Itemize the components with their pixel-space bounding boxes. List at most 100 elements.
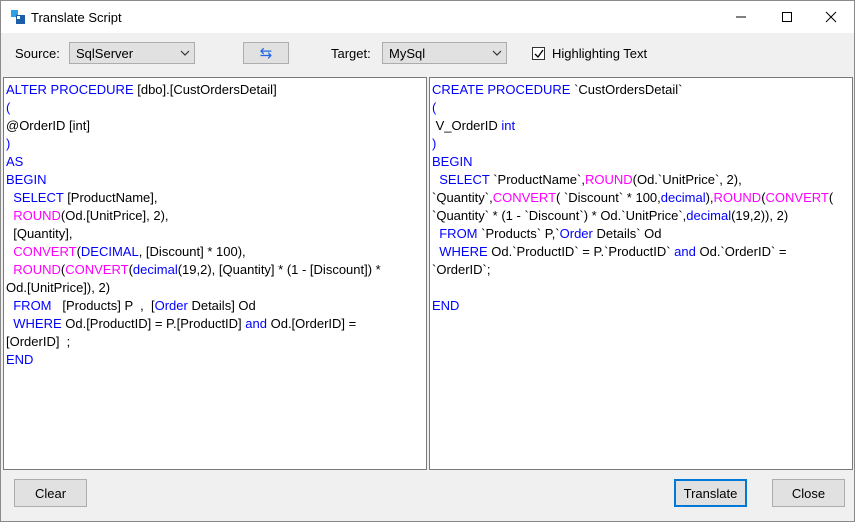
checkmark-icon (534, 49, 544, 59)
code-line: CONVERT(DECIMAL, [Discount] * 100), (6, 243, 381, 261)
source-select[interactable]: SqlServer (69, 42, 195, 64)
code-text: `Quantity`, (432, 190, 493, 205)
code-text: V_OrderID (432, 118, 502, 133)
close-button[interactable]: Close (772, 479, 845, 507)
code-function: ROUND (13, 262, 61, 277)
code-text: `Products` P,` (477, 226, 560, 241)
code-keyword: Order (559, 226, 593, 241)
target-select-value: MySql (389, 46, 426, 61)
code-text: `CustOrdersDetail` (570, 82, 683, 97)
code-text: Od.[ProductID] = P.[ProductID] (61, 316, 246, 331)
chevron-down-icon (180, 50, 190, 56)
source-code: ALTER PROCEDURE [dbo].[CustOrdersDetail]… (6, 81, 381, 369)
code-text: Details` Od (592, 226, 662, 241)
code-keyword: SELECT (439, 172, 490, 187)
translate-script-window: Translate Script Source: SqlServer ⇆ Tar… (0, 0, 855, 522)
code-function: CONVERT (492, 190, 557, 205)
translate-button[interactable]: Translate (674, 479, 747, 507)
code-text: ( `Discount` * 100, (556, 190, 661, 205)
title-bar: Translate Script (1, 1, 854, 33)
code-line: `Quantity`,CONVERT( `Discount` * 100,dec… (432, 189, 833, 207)
code-text: ( (828, 190, 834, 205)
target-select[interactable]: MySql (382, 42, 507, 64)
code-line: V_OrderID int (432, 117, 833, 135)
code-text: Od.[UnitPrice]), 2) (6, 280, 111, 295)
translate-app-icon (11, 10, 25, 24)
code-keyword: DECIMAL (80, 244, 139, 259)
code-keyword: AS (6, 154, 24, 169)
code-keyword: SELECT (13, 190, 64, 205)
window-title: Translate Script (31, 10, 122, 25)
close-window-button[interactable] (808, 1, 854, 33)
code-line: [OrderID] ; (6, 333, 381, 351)
code-keyword: ) (6, 136, 11, 151)
code-keyword: decimal (132, 262, 178, 277)
code-keyword: ALTER PROCEDURE (6, 82, 134, 97)
target-label: Target: (331, 46, 371, 61)
code-text: `OrderID`; (432, 262, 491, 277)
code-text: [Quantity], (6, 226, 73, 241)
code-text: (19,2), [Quantity] * (1 - [Discount]) * (177, 262, 381, 277)
code-keyword: BEGIN (6, 172, 47, 187)
code-line: WHERE Od.[ProductID] = P.[ProductID] and… (6, 315, 381, 333)
code-text: , [Discount] * 100), (138, 244, 246, 259)
code-keyword: BEGIN (432, 154, 473, 169)
code-text: Od.`OrderID` = (695, 244, 787, 259)
code-keyword: CREATE PROCEDURE (432, 82, 571, 97)
code-keyword: Order (154, 298, 188, 313)
code-text: Details] Od (187, 298, 256, 313)
code-text: (19,2)), 2) (731, 208, 789, 223)
source-select-value: SqlServer (76, 46, 134, 61)
code-function: ROUND (713, 190, 762, 205)
code-line: WHERE Od.`ProductID` = P.`ProductID` and… (432, 243, 833, 261)
code-text: `ProductName`, (489, 172, 585, 187)
code-function: CONVERT (13, 244, 77, 259)
code-keyword: FROM (439, 226, 478, 241)
code-line: ( (432, 99, 833, 117)
code-line: ( (6, 99, 381, 117)
code-line: AS (6, 153, 381, 171)
code-line: ) (6, 135, 381, 153)
code-keyword: decimal (686, 208, 732, 223)
highlighting-label: Highlighting Text (552, 46, 648, 61)
code-keyword: and (245, 316, 267, 331)
code-line: CREATE PROCEDURE `CustOrdersDetail` (432, 81, 833, 99)
source-editor[interactable]: ALTER PROCEDURE [dbo].[CustOrdersDetail]… (3, 77, 427, 470)
code-keyword: WHERE (439, 244, 488, 259)
maximize-button[interactable] (764, 1, 810, 33)
maximize-icon (782, 12, 792, 22)
target-editor[interactable]: CREATE PROCEDURE `CustOrdersDetail`( V_O… (429, 77, 853, 470)
code-line: `Quantity` * (1 - `Discount`) * Od.`Unit… (432, 207, 833, 225)
code-line: `OrderID`; (432, 261, 833, 279)
code-text: `Quantity` * (1 - `Discount`) * Od.`Unit… (432, 208, 687, 223)
minimize-button[interactable] (718, 1, 764, 33)
target-code: CREATE PROCEDURE `CustOrdersDetail`( V_O… (432, 81, 833, 315)
code-keyword: ) (432, 136, 437, 151)
code-text: (Od.`UnitPrice`, 2), (632, 172, 742, 187)
close-icon (825, 11, 837, 23)
code-function: ROUND (13, 208, 61, 223)
code-line: ) (432, 135, 833, 153)
highlighting-checkbox[interactable] (532, 47, 545, 60)
swap-button[interactable]: ⇆ (243, 42, 289, 64)
code-line: BEGIN (432, 153, 833, 171)
code-keyword: FROM (13, 298, 52, 313)
code-keyword: and (674, 244, 696, 259)
code-keyword: END (432, 298, 460, 313)
code-line: BEGIN (6, 171, 381, 189)
code-text: [Products] P , [ (51, 298, 155, 313)
code-keyword: ( (432, 100, 437, 115)
code-text: (Od.[UnitPrice], 2), (60, 208, 169, 223)
clear-button[interactable]: Clear (14, 479, 87, 507)
swap-icon: ⇆ (259, 45, 273, 62)
code-line: @OrderID [int] (6, 117, 381, 135)
code-text: @OrderID [int] (6, 118, 90, 133)
code-line: ROUND(Od.[UnitPrice], 2), (6, 207, 381, 225)
code-function: CONVERT (765, 190, 829, 205)
code-line: FROM `Products` P,`Order Details` Od (432, 225, 833, 243)
code-text: Od.[OrderID] = (266, 316, 357, 331)
code-text: [ProductName], (63, 190, 158, 205)
code-keyword: decimal (660, 190, 706, 205)
code-line: [Quantity], (6, 225, 381, 243)
